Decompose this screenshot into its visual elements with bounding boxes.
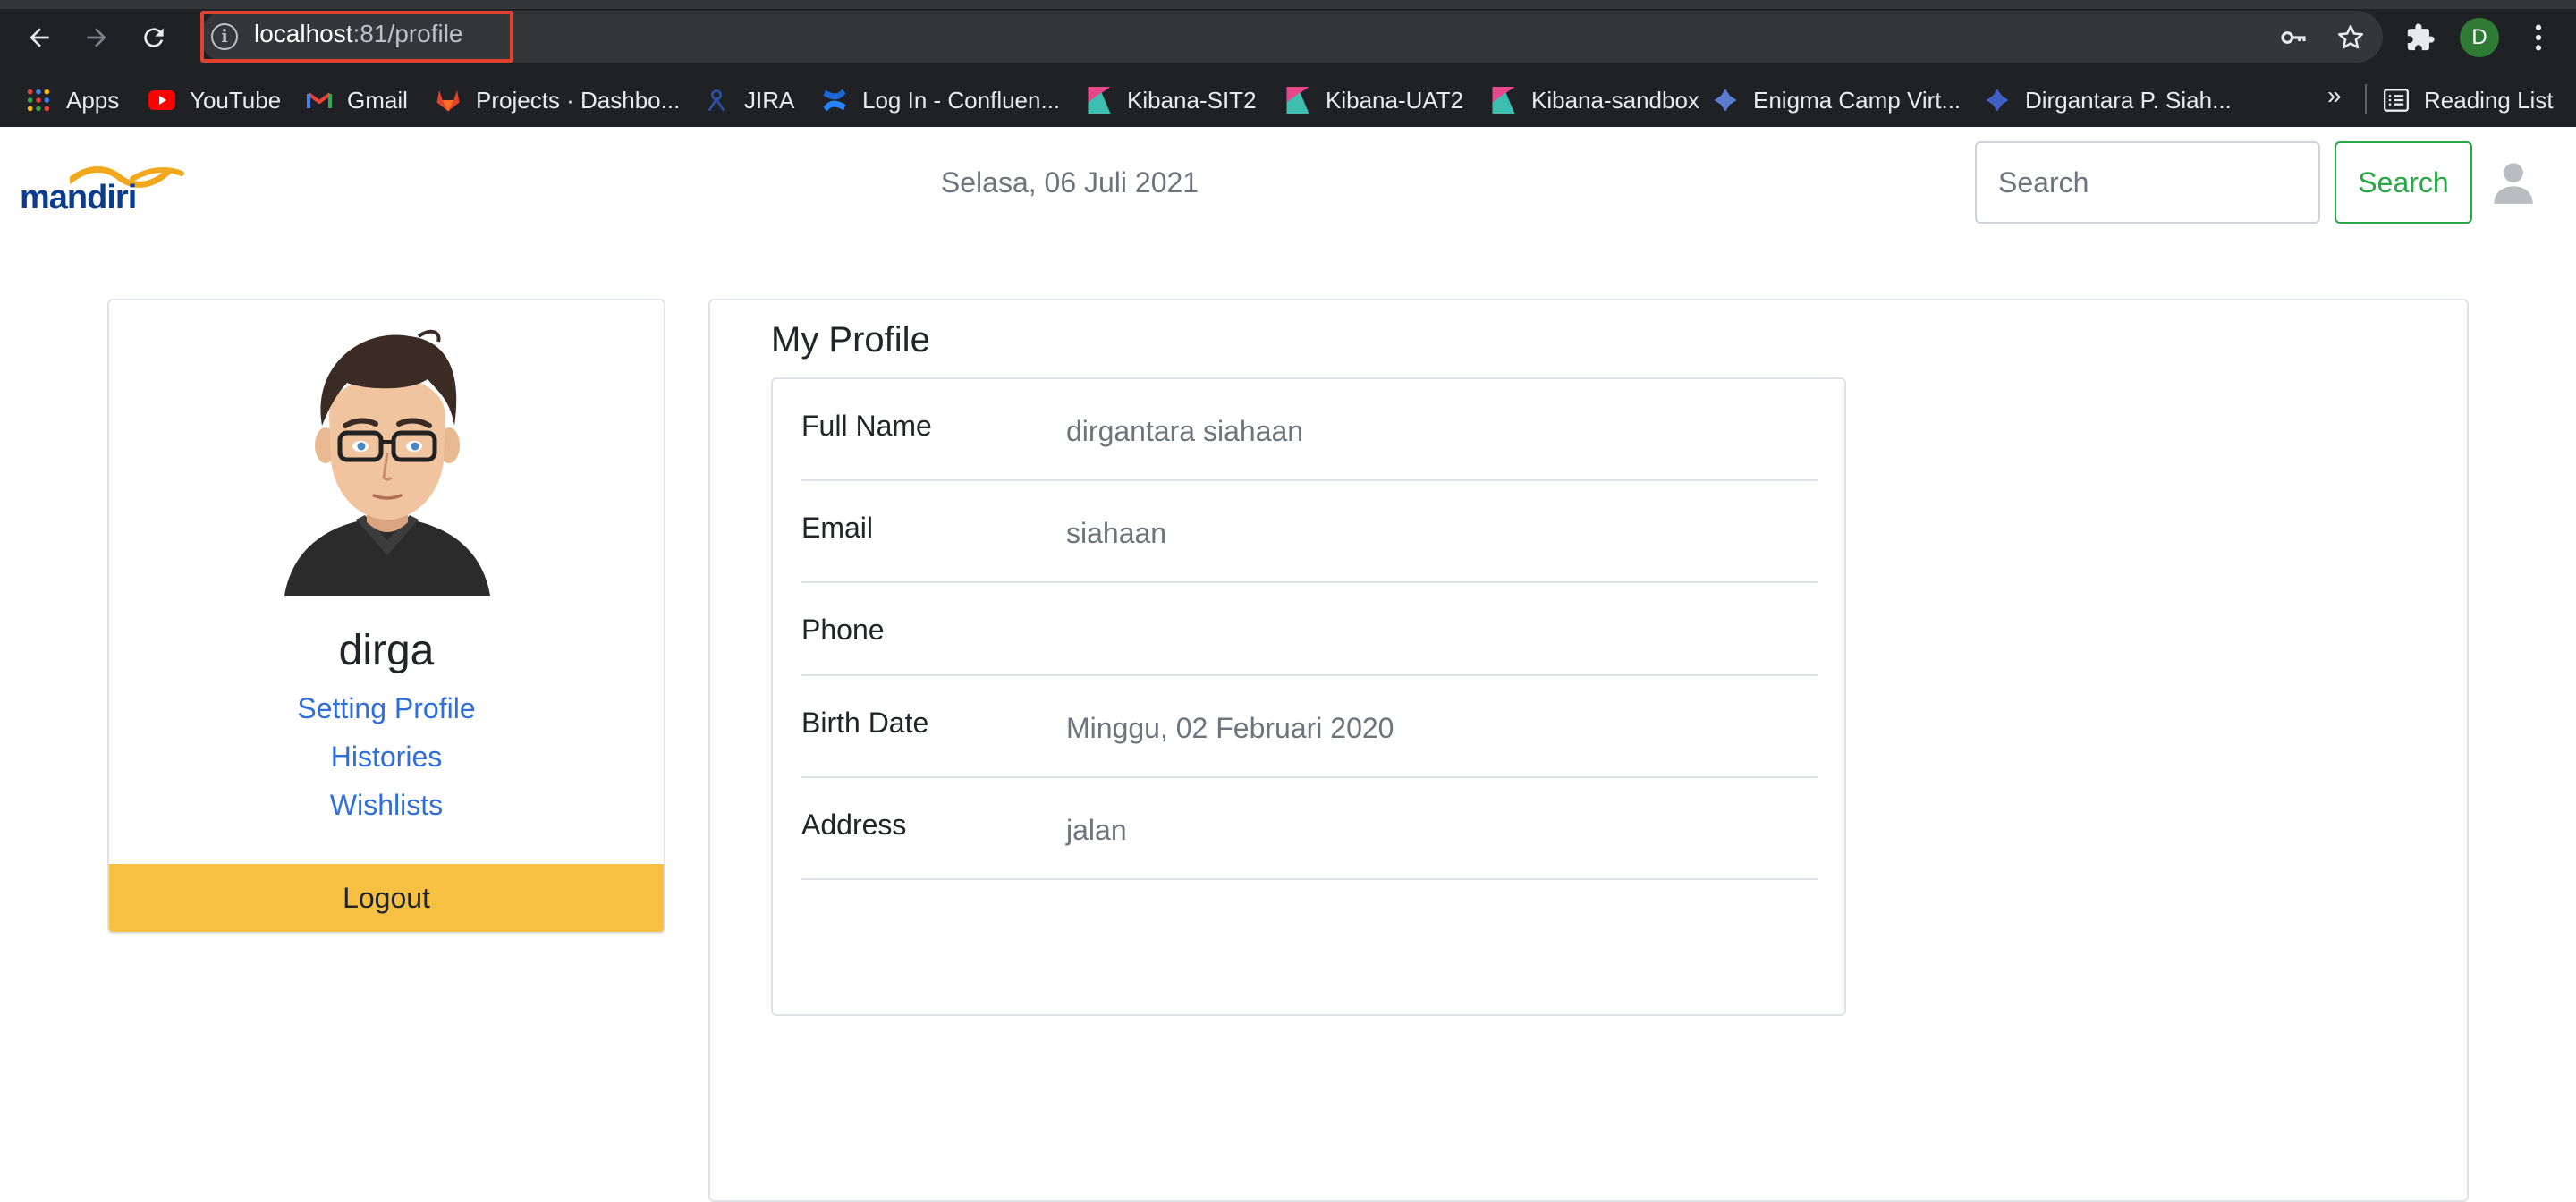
- bookmark-confluence[interactable]: Log In - Confluen...: [821, 82, 1060, 118]
- bookmark-label: Apps: [66, 86, 120, 114]
- forward-button[interactable]: [75, 16, 118, 59]
- bookmark-gmail[interactable]: Gmail: [306, 82, 408, 118]
- apps-grid-icon: [25, 87, 52, 114]
- wishlists-link[interactable]: Wishlists: [109, 789, 664, 822]
- kebab-menu-icon[interactable]: [2519, 18, 2558, 57]
- bookmark-label: JIRA: [744, 86, 795, 114]
- field-label: Birth Date: [801, 707, 929, 739]
- arrow-right-icon: [87, 28, 106, 47]
- field-value: siahaan: [1066, 517, 1167, 549]
- field-value: jalan: [1066, 814, 1127, 846]
- jira-icon: [703, 87, 730, 114]
- bookmarks-overflow-button[interactable]: »: [2327, 73, 2342, 118]
- bookmark-label: Kibana-UAT2: [1326, 86, 1464, 114]
- bookmark-jira[interactable]: JIRA: [703, 82, 794, 118]
- histories-link[interactable]: Histories: [109, 741, 664, 774]
- bookmark-kibana-sit2[interactable]: Kibana-SIT2: [1086, 82, 1257, 118]
- field-value: Minggu, 02 Februari 2020: [1066, 712, 1394, 744]
- url-highlight-box: [200, 11, 513, 63]
- bookmark-label: Enigma Camp Virt...: [1753, 86, 1962, 114]
- bookmarks-bar: Apps YouTube Gmail Projects · Dashbo... …: [0, 73, 2576, 127]
- profile-row-address: Address jalan: [801, 778, 1818, 880]
- user-account-icon[interactable]: [2490, 159, 2537, 206]
- profile-username: dirga: [338, 627, 435, 674]
- bookmark-label: Projects · Dashbo...: [476, 86, 681, 114]
- profile-row-full-name: Full Name dirgantara siahaan: [801, 379, 1818, 481]
- extensions-puzzle-icon[interactable]: [2401, 18, 2440, 57]
- address-bar[interactable]: [200, 11, 2383, 63]
- profile-row-phone: Phone: [801, 583, 1818, 676]
- reading-list-label: Reading List: [2424, 86, 2554, 114]
- bookmark-kibana-uat2[interactable]: Kibana-UAT2: [1284, 82, 1463, 118]
- bookmark-kibana-sandbox[interactable]: Kibana-sandbox: [1490, 82, 1699, 118]
- bookmark-enigma-camp[interactable]: Enigma Camp Virt...: [1712, 82, 1961, 118]
- youtube-icon: [148, 87, 175, 114]
- setting-profile-link[interactable]: Setting Profile: [109, 692, 664, 725]
- kibana-icon: [1086, 87, 1113, 114]
- gmail-icon: [306, 87, 333, 114]
- reload-button[interactable]: [132, 16, 175, 59]
- site-navbar: mandiri Selasa, 06 Juli 2021 Search: [0, 127, 2576, 240]
- bookmark-label: Dirgantara P. Siah...: [2025, 86, 2232, 114]
- bookmark-label: Gmail: [347, 86, 408, 114]
- profile-row-email: Email siahaan: [801, 481, 1818, 583]
- profile-details-table: Full Name dirgantara siahaan Email siaha…: [771, 377, 1846, 1016]
- search-input[interactable]: [1975, 141, 2320, 224]
- field-label: Email: [801, 512, 874, 544]
- enigma-icon: [1712, 87, 1739, 114]
- arrow-left-icon: [30, 28, 49, 47]
- profile-main-card: My Profile Full Name dirgantara siahaan …: [708, 299, 2469, 1202]
- kibana-icon: [1490, 87, 1517, 114]
- kibana-icon: [1284, 87, 1311, 114]
- logout-button[interactable]: Logout: [109, 864, 664, 932]
- bookmark-apps[interactable]: Apps: [25, 82, 119, 118]
- avatar: [284, 327, 490, 601]
- field-label: Address: [801, 808, 907, 841]
- bookmark-label: Log In - Confluen...: [862, 86, 1061, 114]
- bookmark-label: YouTube: [190, 86, 282, 114]
- browser-chrome: i localhost:81/profile D Apps YouTube Gm…: [0, 0, 2576, 127]
- field-label: Phone: [801, 614, 885, 646]
- page-title: My Profile: [771, 320, 930, 360]
- tab-strip-edge: [0, 0, 2576, 9]
- browser-profile-avatar[interactable]: D: [2460, 18, 2499, 57]
- field-value: dirgantara siahaan: [1066, 415, 1304, 447]
- reload-icon: [144, 28, 164, 47]
- reading-list-icon: [2383, 87, 2410, 114]
- bookmarks-divider: [2365, 84, 2367, 114]
- bookmark-dirgantara[interactable]: Dirgantara P. Siah...: [1984, 82, 2232, 118]
- back-button[interactable]: [18, 16, 61, 59]
- confluence-icon: [821, 87, 848, 114]
- field-label: Full Name: [801, 410, 932, 442]
- bookmark-youtube[interactable]: YouTube: [148, 82, 281, 118]
- reading-list-button[interactable]: Reading List: [2383, 82, 2554, 118]
- search-button[interactable]: Search: [2334, 141, 2472, 224]
- profile-row-birth-date: Birth Date Minggu, 02 Februari 2020: [801, 676, 1818, 778]
- bookmark-gitlab[interactable]: Projects · Dashbo...: [435, 82, 680, 118]
- bookmark-label: Kibana-SIT2: [1127, 86, 1257, 114]
- bookmark-label: Kibana-sandbox: [1531, 86, 1699, 114]
- password-key-icon[interactable]: [2274, 18, 2313, 57]
- current-date: Selasa, 06 Juli 2021: [940, 166, 1199, 199]
- gitlab-icon: [435, 87, 462, 114]
- profile-sidebar-card: dirga Setting Profile Histories Wishlist…: [107, 299, 665, 934]
- bookmark-star-icon[interactable]: [2331, 18, 2370, 57]
- enigma-icon: [1984, 87, 2011, 114]
